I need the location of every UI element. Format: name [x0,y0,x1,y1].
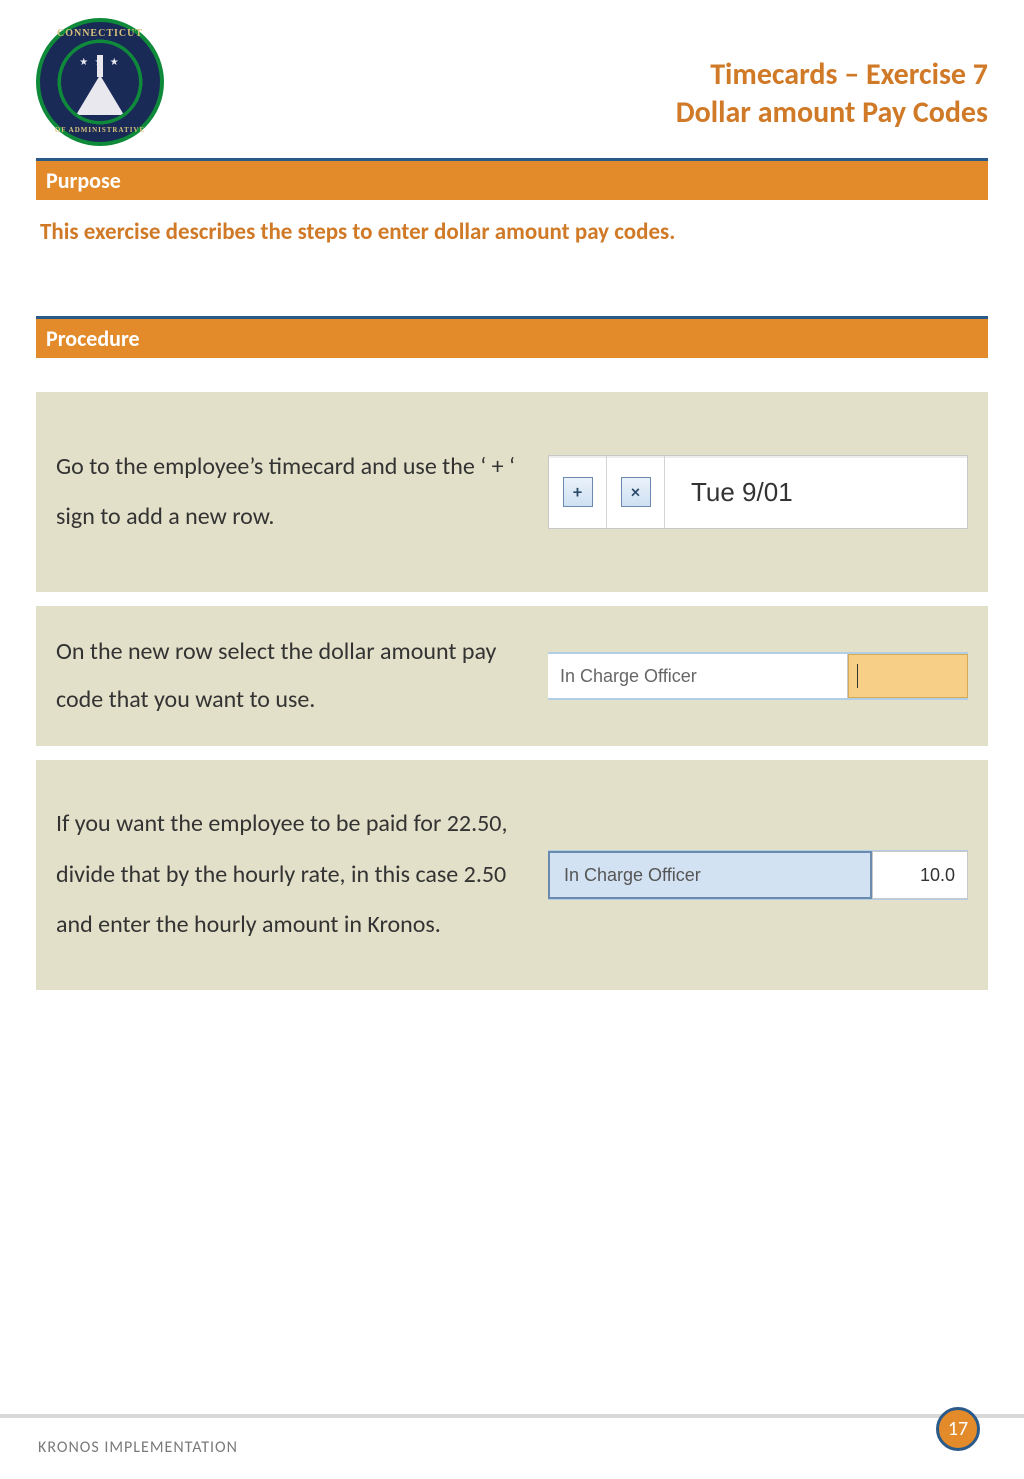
capitol-icon [76,75,124,115]
procedure-step-2: On the new row select the dollar amount … [36,606,988,746]
seal-text-top: CONNECTICUT [40,28,160,39]
page-footer: KRONOS IMPLEMENTATION [0,1414,1024,1479]
page-number: 17 [948,1417,968,1441]
add-row-button[interactable]: + [563,477,593,507]
amount-input[interactable] [848,654,968,698]
timecard-date-cell: Tue 9/01 [665,477,967,508]
purpose-section-bar: Purpose [36,158,988,200]
timecard-paycode-row-filled: In Charge Officer 10.0 [548,850,968,900]
page-number-badge: 17 [936,1407,980,1451]
timecard-paycode-row: In Charge Officer [548,652,968,700]
amount-value: 10.0 [920,865,955,886]
step-2-text: On the new row select the dollar amount … [56,628,528,724]
paycode-select-filled[interactable]: In Charge Officer [548,851,872,899]
procedure-section-bar: Procedure [36,316,988,358]
delete-row-button[interactable]: × [621,477,651,507]
paycode-value-filled: In Charge Officer [564,865,701,886]
step-1-text: Go to the employee’s timecard and use th… [56,442,528,543]
purpose-text: This exercise describes the steps to ent… [40,218,988,246]
state-seal-logo: CONNECTICUT ★ ★ ★ OF ADMINISTRATIVE [36,18,164,146]
text-cursor-icon [857,664,858,688]
header: CONNECTICUT ★ ★ ★ OF ADMINISTRATIVE Time… [36,18,988,146]
close-icon: × [631,481,640,503]
title-line-1: Timecards – Exercise 7 [676,56,988,94]
step-3-text: If you want the employee to be paid for … [56,799,528,950]
step-3-visual: In Charge Officer 10.0 [548,850,968,900]
procedure-step-1: Go to the employee’s timecard and use th… [36,392,988,592]
paycode-select[interactable]: In Charge Officer [548,654,848,698]
document-title: Timecards – Exercise 7 Dollar amount Pay… [676,56,988,131]
seal-text-bottom: OF ADMINISTRATIVE [40,126,160,134]
amount-value-cell[interactable]: 10.0 [872,851,968,899]
plus-icon: + [573,481,582,503]
timecard-row: + × Tue 9/01 [548,455,968,529]
paycode-value: In Charge Officer [560,666,697,687]
procedure-step-3: If you want the employee to be paid for … [36,760,988,990]
footer-label: KRONOS IMPLEMENTATION [38,1438,238,1457]
step-2-visual: In Charge Officer [548,652,968,700]
step-1-visual: + × Tue 9/01 [548,455,968,529]
title-line-2: Dollar amount Pay Codes [676,94,988,132]
